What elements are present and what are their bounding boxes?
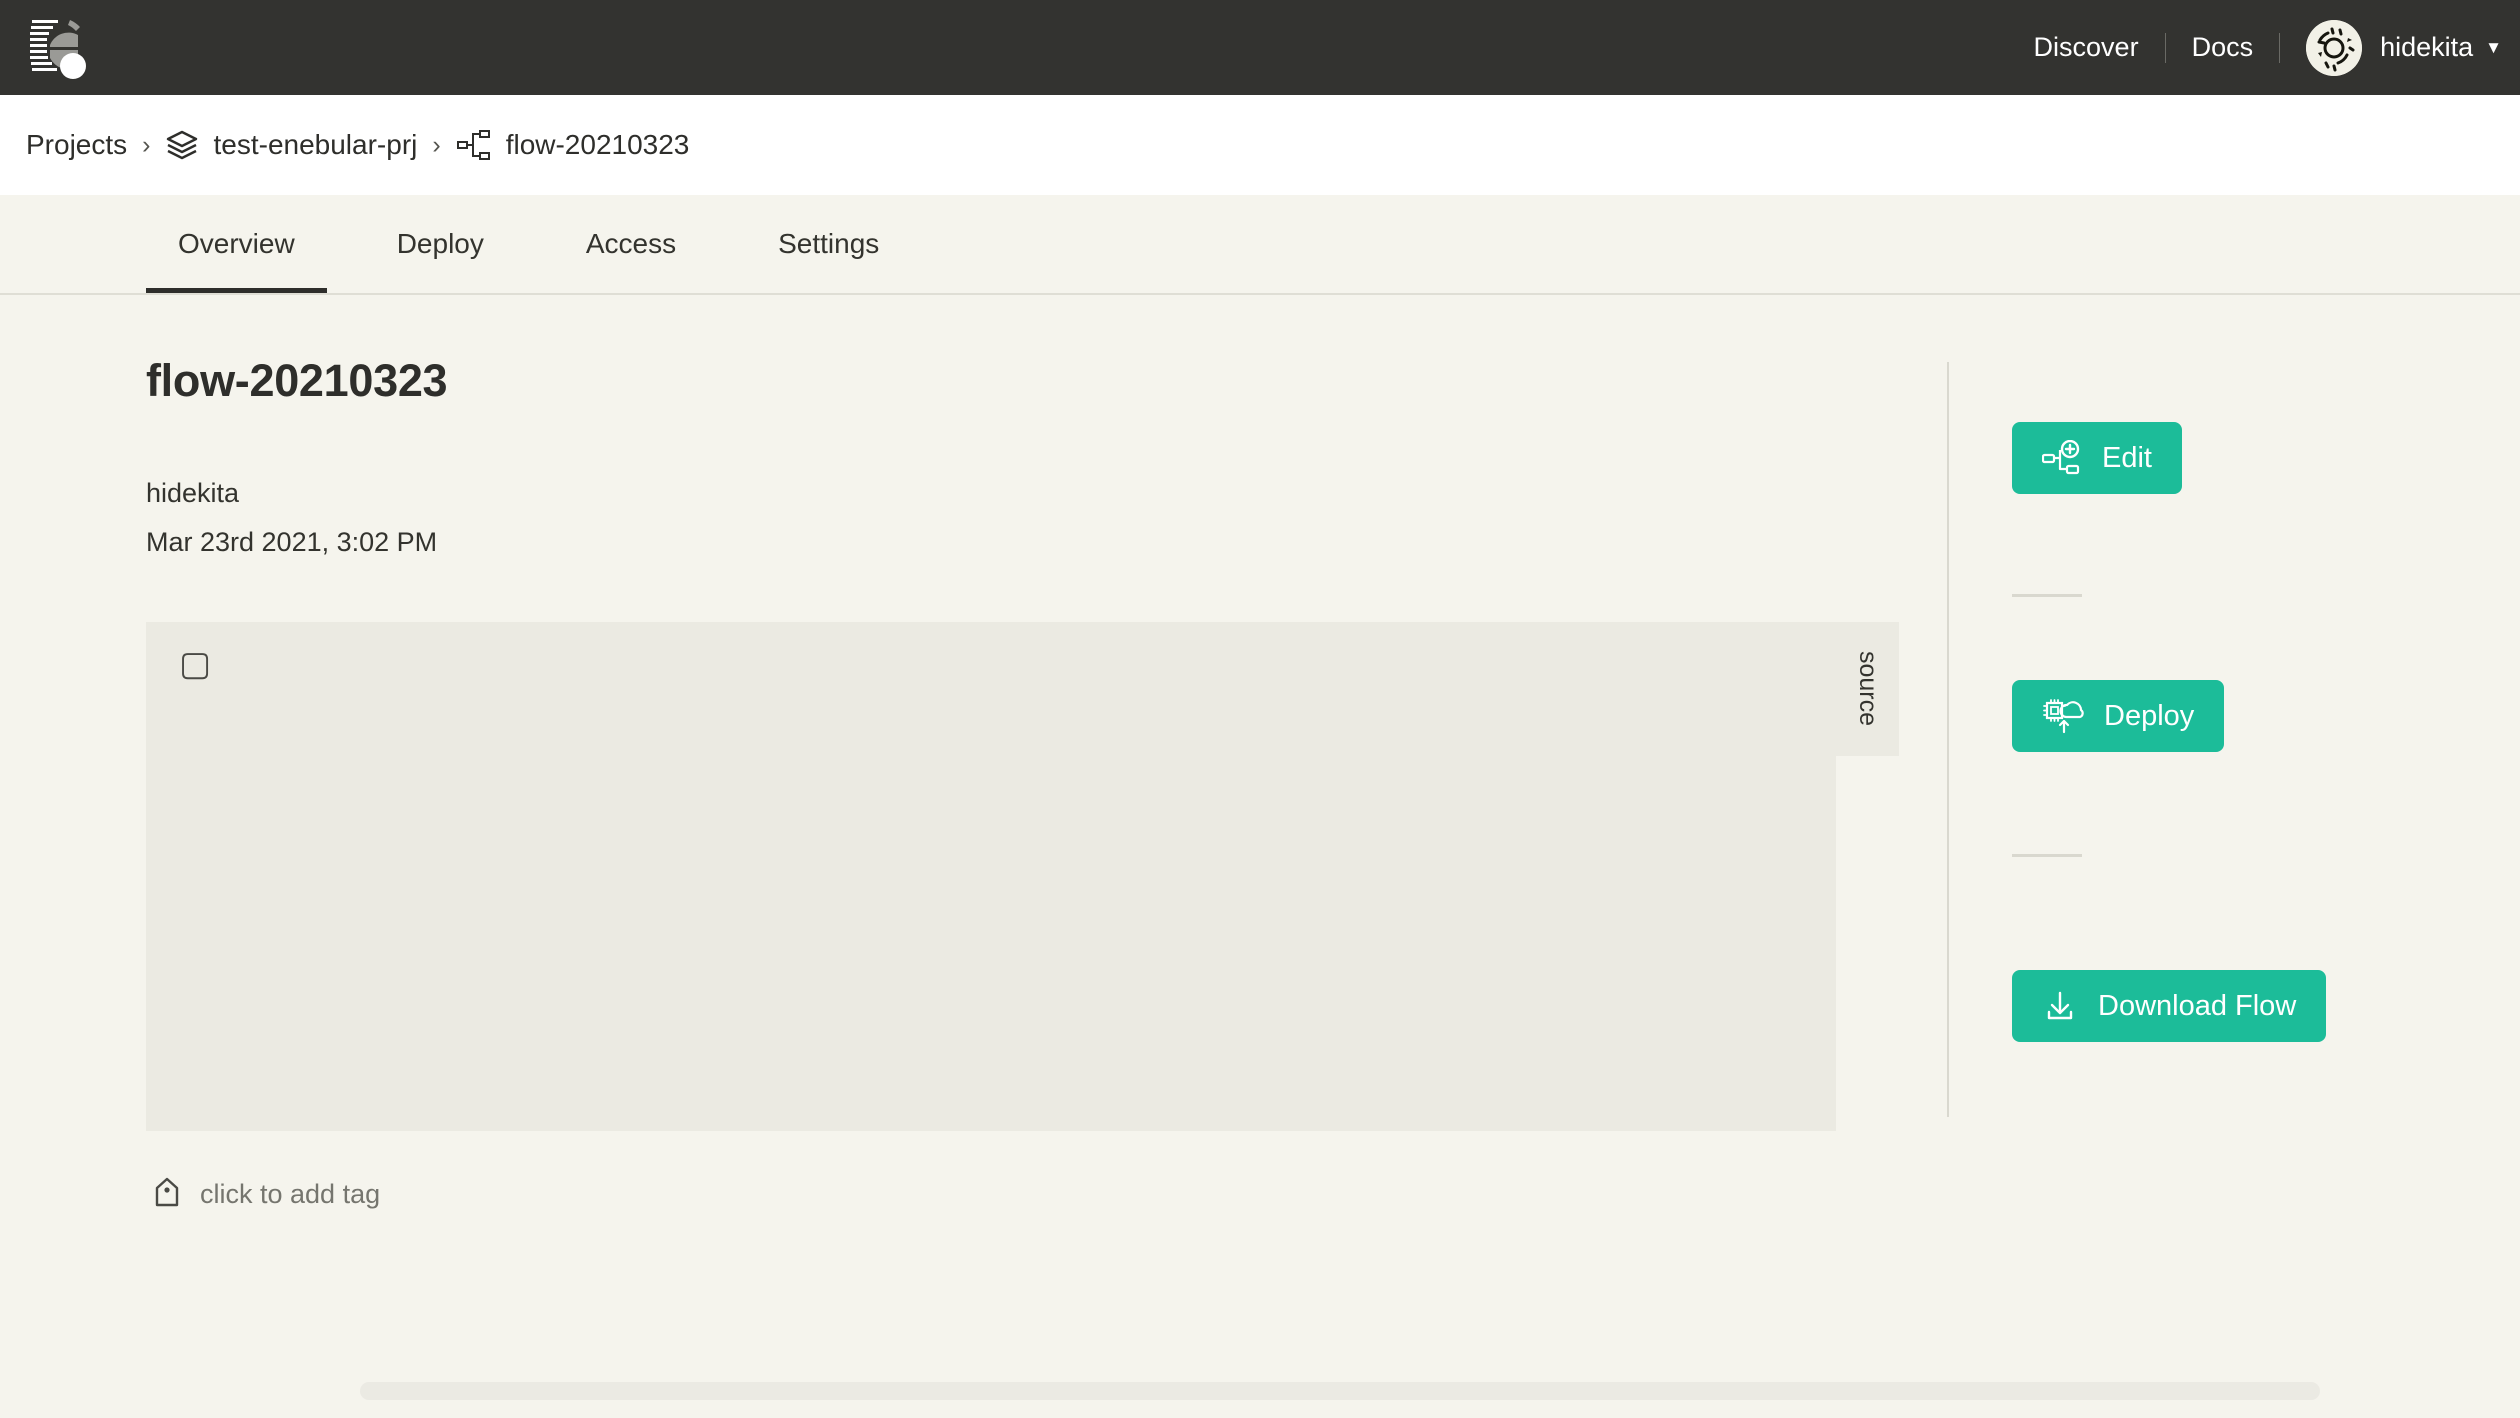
page-title: flow-20210323: [146, 355, 448, 406]
source-tab[interactable]: source: [1836, 622, 1899, 756]
breadcrumb-project-label[interactable]: test-enebular-prj: [213, 129, 417, 161]
flow-nodes-icon: [456, 128, 492, 162]
layers-icon: [165, 128, 199, 162]
breadcrumb-separator: ›: [432, 130, 441, 159]
chip-cloud-upload-icon: [2042, 697, 2084, 735]
download-icon: [2042, 988, 2078, 1024]
top-header-bar: Discover Docs hidekita ▼: [0, 0, 2520, 95]
nav-link-discover[interactable]: Discover: [2008, 0, 2165, 95]
enebular-logo-icon[interactable]: [18, 10, 98, 85]
flow-add-icon: [2042, 440, 2082, 476]
breadcrumb-separator: ›: [142, 130, 151, 159]
add-tag-label: click to add tag: [200, 1179, 381, 1209]
add-tag-row[interactable]: click to add tag: [152, 1175, 380, 1214]
edit-button[interactable]: Edit: [2012, 422, 2182, 494]
breadcrumb-flow-label: flow-20210323: [505, 129, 690, 160]
rail-separator: [2012, 854, 2082, 857]
user-name-label[interactable]: hidekita: [2380, 32, 2473, 63]
top-nav: Discover Docs hidekita ▼: [2008, 0, 2502, 95]
edit-button-label: Edit: [2102, 441, 2152, 474]
deploy-button-label: Deploy: [2104, 699, 2195, 732]
flow-author-label: hidekita: [146, 478, 240, 508]
breadcrumb-project[interactable]: test-enebular-prj: [165, 128, 417, 162]
nav-link-docs[interactable]: Docs: [2166, 0, 2280, 95]
tab-access[interactable]: Access: [554, 195, 708, 293]
download-flow-button[interactable]: Download Flow: [2012, 970, 2327, 1042]
source-tab-label: source: [1854, 651, 1882, 727]
user-avatar-identicon[interactable]: [2306, 19, 2363, 76]
rail-separator: [2012, 594, 2082, 597]
tab-deploy[interactable]: Deploy: [365, 195, 516, 293]
deploy-button[interactable]: Deploy: [2012, 680, 2225, 752]
tab-bar: Overview Deploy Access Settings: [0, 195, 2520, 295]
horizontal-scrollbar[interactable]: [360, 1382, 2320, 1400]
missing-glyph-placeholder: ▢: [179, 645, 212, 683]
rail-vertical-divider: [1947, 362, 1949, 1117]
tab-overview[interactable]: Overview: [146, 195, 327, 293]
download-flow-button-label: Download Flow: [2098, 989, 2297, 1022]
breadcrumb: Projects › test-enebular-prj › flow-2021…: [0, 95, 2520, 195]
chevron-down-icon[interactable]: ▼: [2485, 39, 2502, 56]
breadcrumb-projects[interactable]: Projects: [26, 129, 127, 161]
tab-settings[interactable]: Settings: [746, 195, 911, 293]
tag-icon: [152, 1175, 182, 1214]
breadcrumb-flow: flow-20210323: [456, 128, 690, 162]
flow-date-label: Mar 23rd 2021, 3:02 PM: [146, 527, 438, 557]
flow-preview-panel[interactable]: ▢: [146, 622, 1836, 1131]
nav-divider: [2279, 32, 2281, 63]
